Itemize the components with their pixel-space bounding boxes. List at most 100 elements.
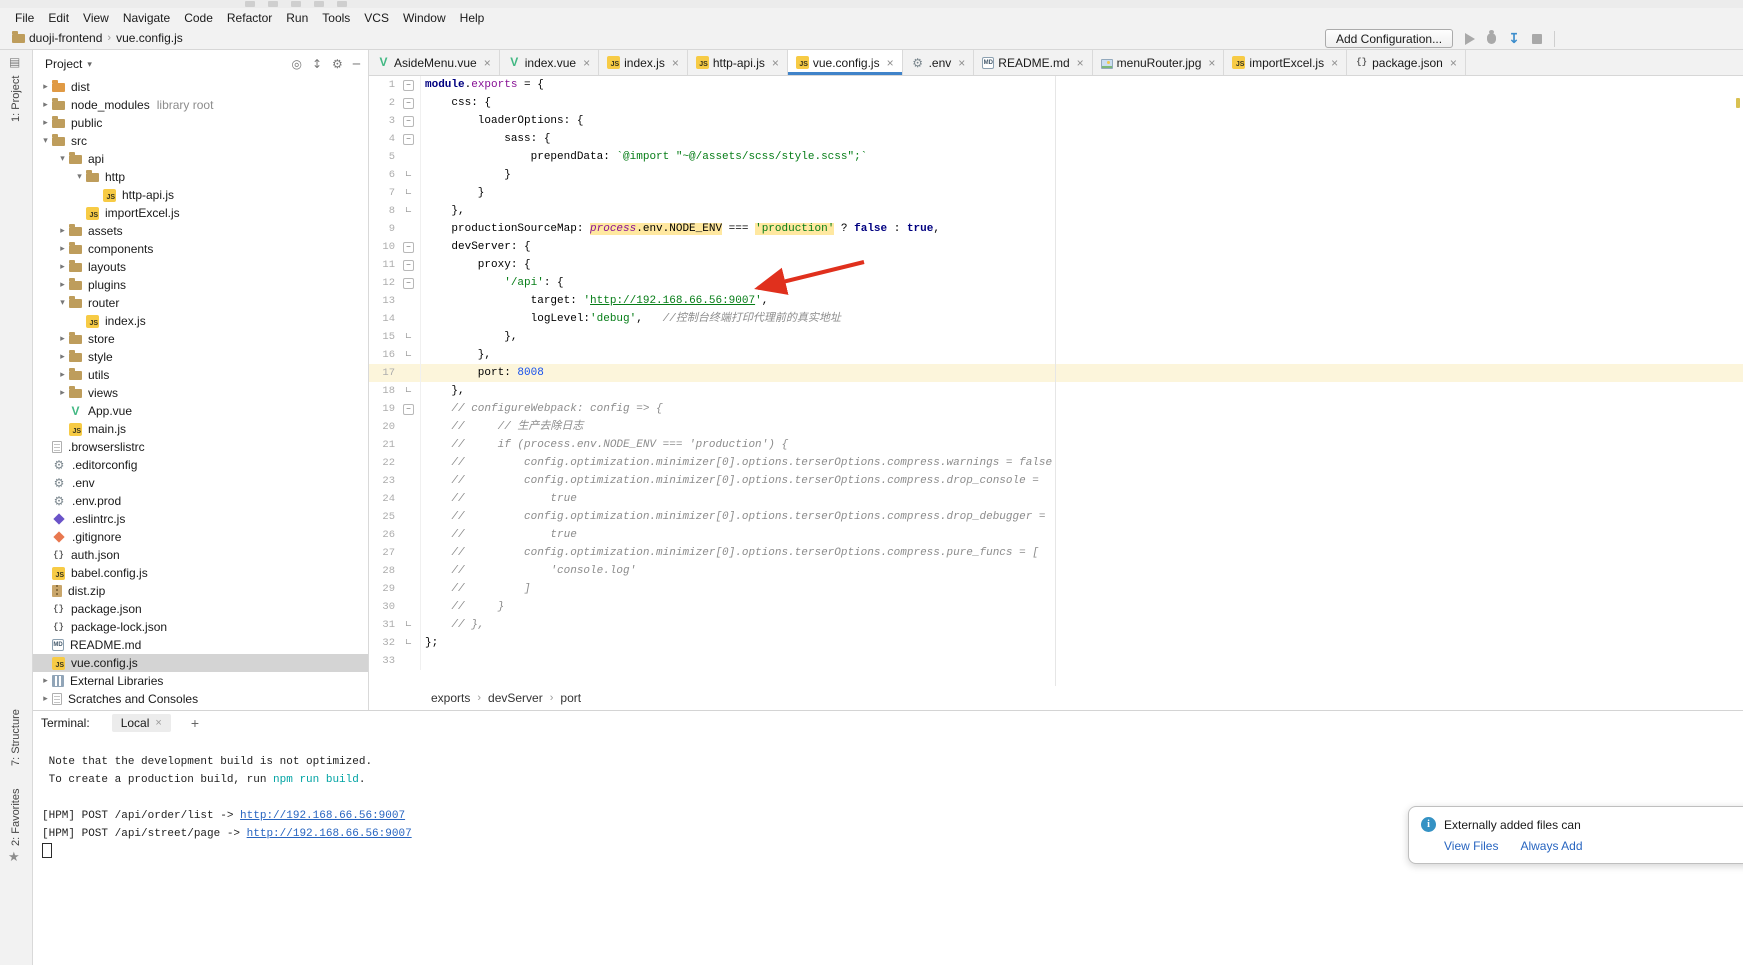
close-tab-icon[interactable]: × — [583, 56, 590, 70]
editor-tab-index-vue[interactable]: V index.vue × — [500, 50, 599, 75]
close-tab-icon[interactable]: × — [1450, 56, 1457, 70]
menu-navigate[interactable]: Navigate — [116, 9, 177, 27]
tree-item-dist-zip[interactable]: dist.zip — [33, 582, 368, 600]
terminal-tab-local[interactable]: Local × — [112, 714, 171, 732]
favorites-star-icon[interactable]: ★ — [8, 850, 20, 865]
close-tab-icon[interactable]: × — [672, 56, 679, 70]
tree-item-app-vue[interactable]: V App.vue — [33, 402, 368, 420]
fold-icon[interactable]: − — [403, 134, 414, 145]
tree-chevron[interactable]: ▸ — [56, 262, 69, 272]
tree-item-main-js[interactable]: JS main.js — [33, 420, 368, 438]
menu-vcs[interactable]: VCS — [357, 9, 396, 27]
tree-chevron[interactable]: ▸ — [56, 244, 69, 254]
fold-icon[interactable]: − — [403, 116, 414, 127]
editor-tab-vue-config-js[interactable]: JS vue.config.js × — [788, 50, 903, 75]
always-add-link[interactable]: Always Add — [1520, 839, 1582, 853]
tree-item-public[interactable]: ▸ public — [33, 114, 368, 132]
tree-chevron[interactable]: ▸ — [39, 82, 52, 92]
code-line-28[interactable]: 28 // 'console.log' — [369, 562, 1743, 580]
tree-chevron[interactable]: ▸ — [56, 226, 69, 236]
code-line-15[interactable]: 15 ∟ }, — [369, 328, 1743, 346]
expand-collapse-icon[interactable]: ↕ — [312, 57, 322, 71]
new-terminal-icon[interactable]: + — [191, 715, 199, 731]
tree-item-readme-md[interactable]: MD README.md — [33, 636, 368, 654]
menu-tools[interactable]: Tools — [315, 9, 357, 27]
breadcrumb-exports[interactable]: exports — [431, 691, 470, 705]
tree-item-importexcel-js[interactable]: JS importExcel.js — [33, 204, 368, 222]
code-line-14[interactable]: 14 logLevel:'debug', //控制台终端打印代理前的真实地址 — [369, 310, 1743, 328]
fold-icon[interactable]: − — [403, 260, 414, 271]
menu-edit[interactable]: Edit — [41, 9, 76, 27]
tree-item-env-prod[interactable]: ⚙ .env.prod — [33, 492, 368, 510]
editor-tab-asidemenu-vue[interactable]: V AsideMenu.vue × — [369, 50, 500, 75]
hide-panel-icon[interactable]: ─ — [353, 57, 360, 71]
tree-item-layouts[interactable]: ▸ layouts — [33, 258, 368, 276]
code-line-10[interactable]: 10 − devServer: { — [369, 238, 1743, 256]
tree-item-plugins[interactable]: ▸ plugins — [33, 276, 368, 294]
terminal-link[interactable]: http://192.168.66.56:9007 — [240, 810, 405, 822]
code-line-23[interactable]: 23 // config.optimization.minimizer[0].o… — [369, 472, 1743, 490]
debug-icon[interactable] — [1487, 33, 1496, 44]
tree-chevron[interactable]: ▸ — [39, 676, 52, 686]
url-in-string[interactable]: http://192.168.66.56:9007 — [590, 295, 755, 307]
tool-button-7-structure[interactable]: 7: Structure — [10, 709, 22, 766]
code-line-2[interactable]: 2 − css: { — [369, 94, 1743, 112]
code-line-20[interactable]: 20 // // 生产去除日志 — [369, 418, 1743, 436]
tool-button-1-project[interactable]: 1: Project — [10, 76, 22, 122]
tree-item-editorconfig[interactable]: ⚙ .editorconfig — [33, 456, 368, 474]
editor-tab-package-json[interactable]: {} package.json × — [1347, 50, 1466, 75]
code-line-24[interactable]: 24 // true — [369, 490, 1743, 508]
tree-item-eslintrc-js[interactable]: .eslintrc.js — [33, 510, 368, 528]
code-line-11[interactable]: 11 − proxy: { — [369, 256, 1743, 274]
code-line-30[interactable]: 30 // } — [369, 598, 1743, 616]
close-tab-icon[interactable]: × — [1208, 56, 1215, 70]
view-files-link[interactable]: View Files — [1444, 839, 1498, 853]
menu-code[interactable]: Code — [177, 9, 220, 27]
code-line-27[interactable]: 27 // config.optimization.minimizer[0].o… — [369, 544, 1743, 562]
close-tab-icon[interactable]: × — [484, 56, 491, 70]
tree-chevron[interactable]: ▸ — [39, 118, 52, 128]
breadcrumb-port[interactable]: port — [560, 691, 581, 705]
close-tab-icon[interactable]: × — [958, 56, 965, 70]
tree-chevron[interactable]: ▾ — [56, 298, 69, 308]
editor-tab-readme-md[interactable]: MD README.md × — [974, 50, 1092, 75]
tree-chevron[interactable]: ▸ — [56, 334, 69, 344]
fold-icon[interactable]: − — [403, 80, 414, 91]
tree-item-components[interactable]: ▸ components — [33, 240, 368, 258]
tree-item-dist[interactable]: ▸ dist — [33, 78, 368, 96]
breadcrumb-devserver[interactable]: devServer — [488, 691, 543, 705]
tree-item-gitignore[interactable]: .gitignore — [33, 528, 368, 546]
menu-refactor[interactable]: Refactor — [220, 9, 279, 27]
code-line-17[interactable]: 17 port: 8008 — [369, 364, 1743, 382]
menu-run[interactable]: Run — [279, 9, 315, 27]
close-tab-icon[interactable]: × — [772, 56, 779, 70]
code-line-18[interactable]: 18 ∟ }, — [369, 382, 1743, 400]
tree-chevron[interactable]: ▾ — [56, 154, 69, 164]
breadcrumb-file[interactable]: vue.config.js — [116, 31, 183, 45]
tree-item-scratches-and-consoles[interactable]: ▸ Scratches and Consoles — [33, 690, 368, 708]
tree-item-api[interactable]: ▾ api — [33, 150, 368, 168]
tool-window-icon[interactable]: ▤ — [9, 55, 20, 69]
add-configuration-button[interactable]: Add Configuration... — [1325, 29, 1453, 48]
editor-tab-index-js[interactable]: JS index.js × — [599, 50, 688, 75]
code-line-3[interactable]: 3 − loaderOptions: { — [369, 112, 1743, 130]
terminal-link[interactable]: http://192.168.66.56:9007 — [247, 828, 412, 840]
tree-chevron[interactable]: ▸ — [56, 370, 69, 380]
tree-chevron[interactable]: ▸ — [39, 100, 52, 110]
code-line-16[interactable]: 16 ∟ }, — [369, 346, 1743, 364]
tree-item-node-modules[interactable]: ▸ node_modules library root — [33, 96, 368, 114]
tree-item-http-api-js[interactable]: JS http-api.js — [33, 186, 368, 204]
update-project-icon[interactable]: ↧ — [1508, 32, 1520, 46]
tree-item-router[interactable]: ▾ router — [33, 294, 368, 312]
code-line-32[interactable]: 32 ∟ }; — [369, 634, 1743, 652]
run-icon[interactable] — [1465, 33, 1475, 45]
code-line-8[interactable]: 8 ∟ }, — [369, 202, 1743, 220]
editor-tab-importexcel-js[interactable]: JS importExcel.js × — [1224, 50, 1347, 75]
menu-help[interactable]: Help — [453, 9, 492, 27]
editor-tab-http-api-js[interactable]: JS http-api.js × — [688, 50, 788, 75]
fold-icon[interactable]: − — [403, 278, 414, 289]
code-line-7[interactable]: 7 ∟ } — [369, 184, 1743, 202]
code-line-19[interactable]: 19 − // configureWebpack: config => { — [369, 400, 1743, 418]
close-tab-icon[interactable]: × — [1077, 56, 1084, 70]
close-tab-icon[interactable]: × — [887, 56, 894, 70]
